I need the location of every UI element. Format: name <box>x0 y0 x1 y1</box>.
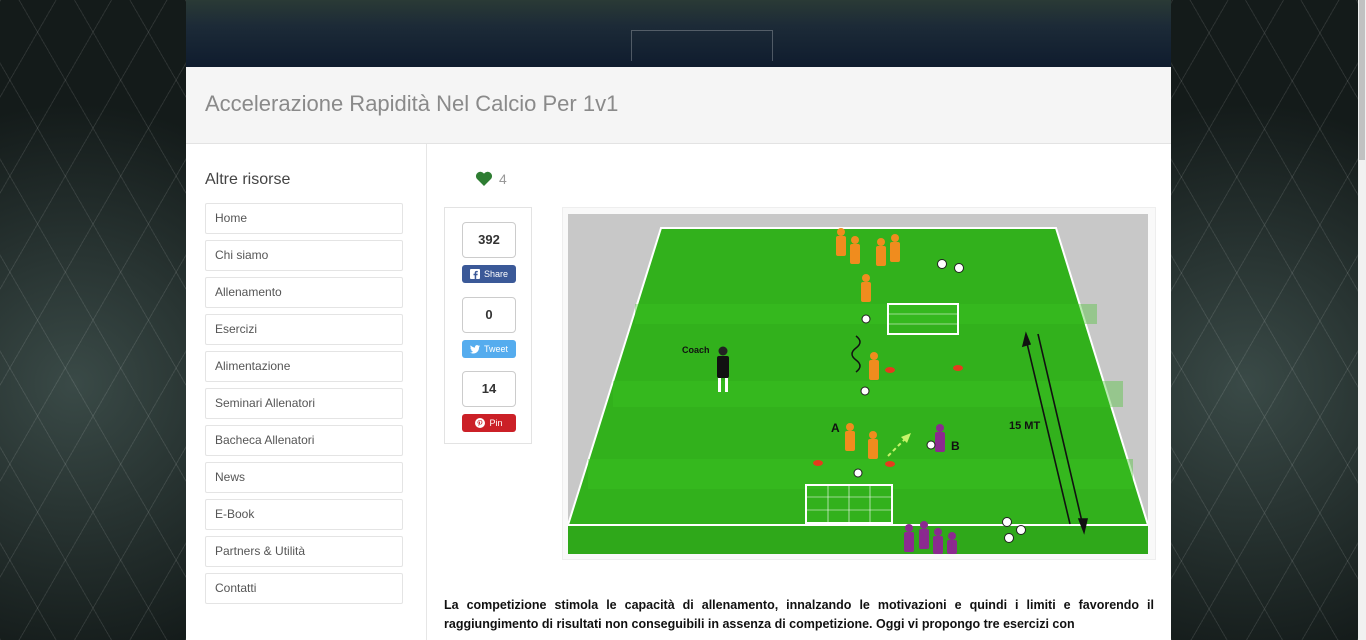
sidebar-item-bacheca[interactable]: Bacheca Allenatori <box>205 425 403 456</box>
sidebar-item-alimentazione[interactable]: Alimentazione <box>205 351 403 382</box>
article-text: La competizione stimola le capacità di a… <box>444 598 1154 631</box>
sidebar-heading: Altre risorse <box>205 171 291 188</box>
sidebar-item-esercizi[interactable]: Esercizi <box>205 314 403 345</box>
sidebar-item-news[interactable]: News <box>205 462 403 493</box>
facebook-icon <box>469 269 480 279</box>
pinterest-share-group: 14 Pin <box>462 371 516 432</box>
facebook-share-button[interactable]: Share <box>462 265 516 283</box>
main-content: Altre risorse Home Chi siamo Allenamento… <box>186 144 1171 640</box>
sidebar-item-allenamento[interactable]: Allenamento <box>205 277 403 308</box>
pinterest-icon <box>475 418 486 428</box>
background-stadium-left <box>0 0 186 640</box>
sidebar-item-chi-siamo[interactable]: Chi siamo <box>205 240 403 271</box>
twitter-share-button[interactable]: Tweet <box>462 340 516 358</box>
sidebar-item-home[interactable]: Home <box>205 203 403 234</box>
background-stadium-right <box>1171 0 1358 640</box>
coach-label: Coach <box>682 345 710 355</box>
facebook-share-group: 392 Share <box>462 222 516 283</box>
sidebar-item-contatti[interactable]: Contatti <box>205 573 403 604</box>
twitter-share-count: 0 <box>462 297 516 333</box>
sidebar-nav: Home Chi siamo Allenamento Esercizi Alim… <box>205 203 403 610</box>
facebook-share-label: Share <box>483 269 509 279</box>
pinterest-share-button[interactable]: Pin <box>462 414 516 432</box>
like-button[interactable]: 4 <box>475 171 507 187</box>
distance-label: 15 MT <box>1009 420 1040 432</box>
player-a-label: A <box>831 421 840 435</box>
drill-diagram: Coach A B 15 MT <box>568 214 1148 554</box>
drill-diagram-image: Coach A B 15 MT <box>562 207 1156 560</box>
twitter-share-label: Tweet <box>483 344 508 354</box>
share-box: 392 Share 0 Tweet 14 Pin <box>444 207 532 444</box>
player-b-label: B <box>951 439 960 453</box>
twitter-share-group: 0 Tweet <box>462 297 516 358</box>
scrollbar-thumb[interactable] <box>1359 0 1365 160</box>
heart-icon <box>475 171 493 186</box>
sidebar: Altre risorse Home Chi siamo Allenamento… <box>186 144 427 640</box>
sidebar-item-seminari[interactable]: Seminari Allenatori <box>205 388 403 419</box>
page-scrollbar[interactable] <box>1358 0 1366 640</box>
sidebar-item-partners[interactable]: Partners & Utilità <box>205 536 403 567</box>
sidebar-item-ebook[interactable]: E-Book <box>205 499 403 530</box>
pinterest-share-label: Pin <box>489 418 503 428</box>
title-bar: Accelerazione Rapidità Nel Calcio Per 1v… <box>186 67 1171 144</box>
banner-goal-graphic <box>631 30 773 61</box>
twitter-icon <box>469 344 480 353</box>
facebook-share-count: 392 <box>462 222 516 258</box>
pinterest-share-count: 14 <box>462 371 516 407</box>
page-title: Accelerazione Rapidità Nel Calcio Per 1v… <box>205 91 619 116</box>
like-count: 4 <box>499 171 507 187</box>
header-banner <box>186 0 1171 67</box>
